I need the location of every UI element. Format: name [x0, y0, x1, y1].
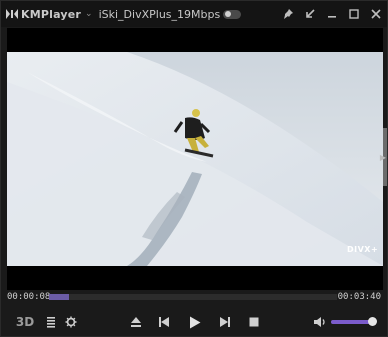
toggle-switch[interactable]	[222, 9, 241, 19]
pin-button[interactable]	[277, 3, 299, 25]
maximize-button[interactable]	[343, 3, 365, 25]
kmplayer-window: KMPlayer ⌄ iSki_DivXPlus_19Mbps.mkv	[0, 0, 388, 337]
seek-row: 00:00:08 00:03:40	[1, 291, 387, 305]
volume-level	[331, 320, 374, 324]
3d-mode-button[interactable]: 3D	[15, 312, 35, 332]
total-time[interactable]: 00:03:40	[338, 292, 381, 302]
minimize-icon	[328, 16, 336, 18]
video-display[interactable]: DIVX+	[7, 28, 383, 290]
settings-button[interactable]	[63, 312, 79, 332]
next-button[interactable]	[216, 312, 234, 332]
playlist-button[interactable]	[43, 312, 59, 332]
window-title: iSki_DivXPlus_19Mbps.mkv	[98, 7, 221, 21]
seek-progress	[49, 294, 69, 300]
video-frame: DIVX+	[7, 52, 383, 266]
speaker-icon	[314, 317, 325, 327]
maximize-icon	[349, 9, 359, 19]
skip-back-icon	[159, 317, 169, 327]
title-bar: KMPlayer ⌄ iSki_DivXPlus_19Mbps.mkv	[1, 1, 387, 27]
volume-knob[interactable]	[368, 317, 378, 326]
app-name: KMPlayer	[21, 7, 82, 21]
seek-bar[interactable]	[49, 294, 337, 300]
snowboarder-scene	[7, 52, 383, 266]
pin-icon	[284, 9, 293, 19]
close-button[interactable]	[365, 3, 387, 25]
volume-slider[interactable]	[331, 317, 378, 326]
gear-icon	[65, 316, 77, 328]
control-bar: 3D	[1, 308, 387, 336]
skip-forward-icon	[220, 317, 230, 327]
close-icon	[371, 9, 381, 19]
mute-button[interactable]	[311, 312, 329, 332]
play-button[interactable]	[186, 312, 204, 332]
previous-button[interactable]	[155, 312, 173, 332]
app-menu-button[interactable]: KMPlayer ⌄	[6, 1, 99, 27]
stop-icon	[249, 317, 259, 327]
play-icon	[190, 316, 201, 328]
arrow-down-left-icon	[306, 9, 315, 18]
chevron-down-icon: ⌄	[85, 9, 93, 19]
minimize-button[interactable]	[321, 3, 343, 25]
playlist-icon	[47, 317, 55, 328]
divx-plus-watermark: DIVX+	[347, 245, 379, 254]
eject-icon	[131, 317, 141, 327]
current-time: 00:00:08	[7, 292, 51, 302]
compact-mode-button[interactable]	[299, 3, 321, 25]
chevron-right-icon[interactable]: ▶	[380, 153, 386, 162]
stop-button[interactable]	[245, 312, 263, 332]
kmplayer-logo-icon	[6, 9, 18, 19]
eject-button[interactable]	[127, 312, 145, 332]
